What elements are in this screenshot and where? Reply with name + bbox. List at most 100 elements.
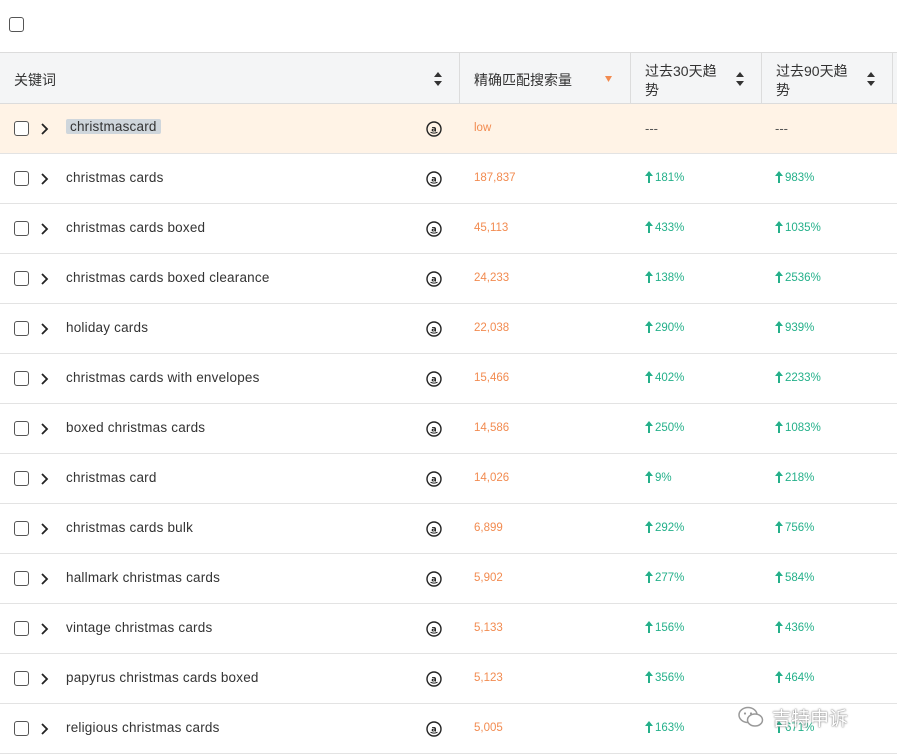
chevron-right-icon[interactable] (40, 423, 49, 435)
table-row[interactable]: christmas cards a 187,837 181% 983% (0, 154, 897, 204)
amazon-icon[interactable]: a (426, 171, 442, 187)
row-checkbox[interactable] (14, 171, 29, 186)
column-keyword[interactable]: 关键词 (0, 53, 459, 103)
keyword-text[interactable]: christmas cards with envelopes (66, 370, 260, 385)
amazon-icon[interactable]: a (426, 471, 442, 487)
trend-up-icon (775, 471, 783, 483)
column-volume[interactable]: 精确匹配搜索量 (460, 53, 630, 103)
table-toolbar (0, 0, 897, 52)
keyword-text[interactable]: christmas cards boxed clearance (66, 270, 270, 285)
amazon-icon[interactable]: a (426, 621, 442, 637)
row-checkbox[interactable] (14, 371, 29, 386)
search-volume: 5,902 (474, 572, 503, 584)
amazon-icon[interactable]: a (426, 671, 442, 687)
chevron-right-icon[interactable] (40, 323, 49, 335)
chevron-right-icon[interactable] (40, 223, 49, 235)
table-row[interactable]: christmas cards boxed clearance a 24,233… (0, 254, 897, 304)
table-row[interactable]: boxed christmas cards a 14,586 250% 1083… (0, 404, 897, 454)
trend-30-value: 156% (655, 622, 685, 634)
search-volume: 5,005 (474, 722, 503, 734)
trend-30-days: 181% (645, 171, 684, 184)
keyword-text[interactable]: christmas card (66, 470, 157, 485)
amazon-icon[interactable]: a (426, 421, 442, 437)
trend-30-value: --- (645, 121, 658, 136)
trend-30-days: 250% (645, 421, 684, 434)
row-checkbox[interactable] (14, 121, 29, 136)
trend-90-value: 2233% (785, 372, 821, 384)
table-row[interactable]: christmascard a low --- --- (0, 104, 897, 154)
trend-90-value: --- (775, 121, 788, 136)
row-checkbox[interactable] (14, 421, 29, 436)
table-row[interactable]: hallmark christmas cards a 5,902 277% 58… (0, 554, 897, 604)
row-checkbox[interactable] (14, 221, 29, 236)
keyword-text[interactable]: christmas cards (66, 170, 164, 185)
keyword-text[interactable]: christmas cards bulk (66, 520, 193, 535)
table-row[interactable]: papyrus christmas cards boxed a 5,123 35… (0, 654, 897, 704)
chevron-right-icon[interactable] (40, 173, 49, 185)
amazon-icon[interactable]: a (426, 571, 442, 587)
row-checkbox[interactable] (14, 521, 29, 536)
column-trend90[interactable]: 过去90天趋 势 (762, 53, 892, 103)
keyword-text[interactable]: hallmark christmas cards (66, 570, 220, 585)
search-volume: 24,233 (474, 272, 510, 284)
keyword-text[interactable]: boxed christmas cards (66, 420, 205, 435)
amazon-icon[interactable]: a (426, 521, 442, 537)
row-checkbox[interactable] (14, 271, 29, 286)
trend-up-icon (645, 721, 653, 733)
trend-30-days: 402% (645, 371, 684, 384)
keyword-text[interactable]: religious christmas cards (66, 720, 220, 735)
keyword-text[interactable]: vintage christmas cards (66, 620, 212, 635)
amazon-icon[interactable]: a (426, 321, 442, 337)
trend-30-days: 138% (645, 271, 684, 284)
select-all-checkbox[interactable] (9, 17, 24, 32)
table-row[interactable]: christmas cards bulk a 6,899 292% 756% (0, 504, 897, 554)
chevron-right-icon[interactable] (40, 123, 49, 135)
table-row[interactable]: christmas card a 14,026 9% 218% (0, 454, 897, 504)
svg-text:a: a (431, 175, 436, 184)
amazon-icon[interactable]: a (426, 121, 442, 137)
sort-icon[interactable] (867, 72, 875, 86)
keyword-text[interactable]: papyrus christmas cards boxed (66, 670, 259, 685)
chevron-right-icon[interactable] (40, 373, 49, 385)
keyword-text[interactable]: christmascard (66, 119, 161, 134)
trend-up-icon (645, 421, 653, 433)
sort-icon[interactable] (736, 72, 744, 86)
table-row[interactable]: christmas cards boxed a 45,113 433% 1035… (0, 204, 897, 254)
amazon-icon[interactable]: a (426, 271, 442, 287)
trend-90-days: --- (775, 121, 788, 136)
amazon-icon[interactable]: a (426, 221, 442, 237)
search-volume: 187,837 (474, 172, 516, 184)
chevron-right-icon[interactable] (40, 723, 49, 735)
trend-up-icon (645, 521, 653, 533)
chevron-right-icon[interactable] (40, 473, 49, 485)
table-row[interactable]: holiday cards a 22,038 290% 939% (0, 304, 897, 354)
chevron-right-icon[interactable] (40, 523, 49, 535)
keyword-table-body: christmascard a low --- --- christmas ca… (0, 104, 897, 754)
table-row[interactable]: vintage christmas cards a 5,133 156% 436… (0, 604, 897, 654)
svg-text:a: a (431, 325, 436, 334)
chevron-right-icon[interactable] (40, 273, 49, 285)
amazon-icon[interactable]: a (426, 721, 442, 737)
row-checkbox[interactable] (14, 671, 29, 686)
keyword-text[interactable]: holiday cards (66, 320, 148, 335)
row-checkbox[interactable] (14, 571, 29, 586)
trend-90-value: 2536% (785, 272, 821, 284)
row-checkbox[interactable] (14, 321, 29, 336)
column-trend30[interactable]: 过去30天趋 势 (631, 53, 761, 103)
column-volume-label: 精确匹配搜索量 (474, 72, 572, 88)
sort-desc-icon[interactable] (605, 76, 612, 82)
row-checkbox[interactable] (14, 471, 29, 486)
keyword-text[interactable]: christmas cards boxed (66, 220, 205, 235)
chevron-right-icon[interactable] (40, 573, 49, 585)
amazon-icon[interactable]: a (426, 371, 442, 387)
trend-90-days: 756% (775, 521, 814, 534)
row-checkbox[interactable] (14, 721, 29, 736)
sort-icon[interactable] (434, 72, 442, 86)
table-row[interactable]: christmas cards with envelopes a 15,466 … (0, 354, 897, 404)
row-checkbox[interactable] (14, 621, 29, 636)
trend-90-days: 1035% (775, 221, 821, 234)
column-keyword-label: 关键词 (14, 72, 56, 88)
chevron-right-icon[interactable] (40, 673, 49, 685)
chevron-right-icon[interactable] (40, 623, 49, 635)
trend-30-value: 163% (655, 722, 685, 734)
